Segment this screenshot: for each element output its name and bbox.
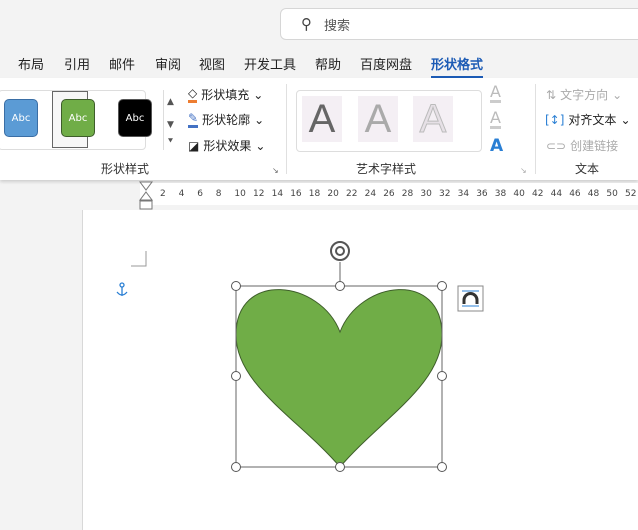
- margin-corner-mark: [131, 251, 147, 267]
- drawing-layer: [116, 241, 484, 472]
- rotate-handle[interactable]: [330, 241, 350, 261]
- heart-shape[interactable]: [235, 289, 443, 468]
- anchor-icon: [116, 282, 128, 296]
- layout-options-icon[interactable]: [457, 285, 484, 312]
